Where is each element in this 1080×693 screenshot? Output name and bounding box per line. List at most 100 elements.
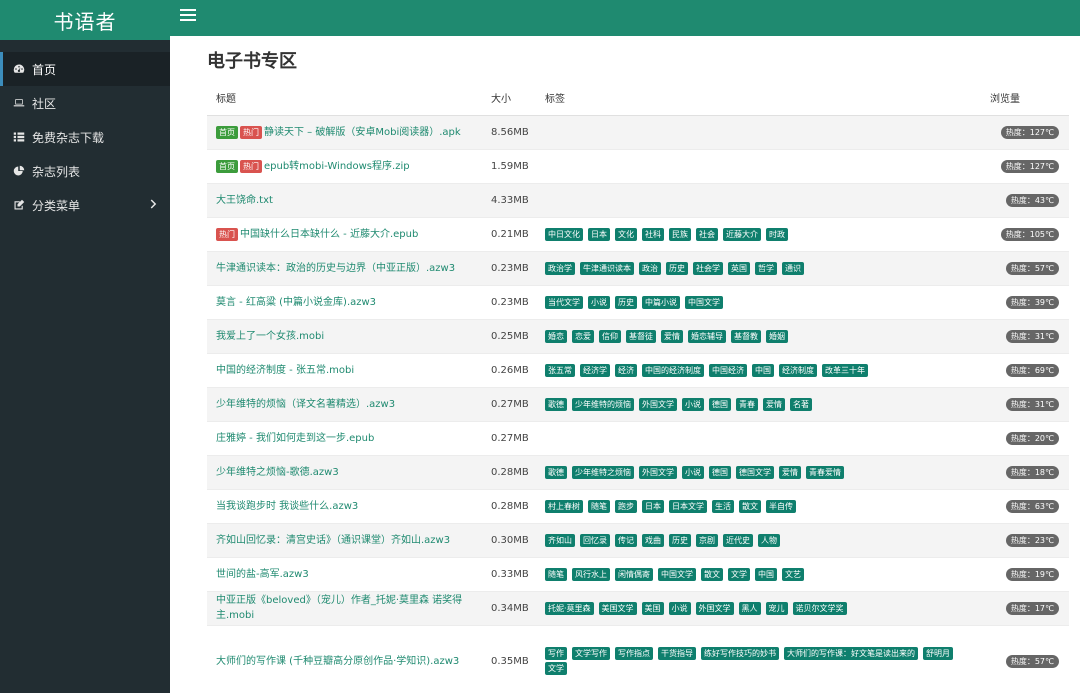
tag-link[interactable]: 小说: [682, 465, 704, 479]
tag-link[interactable]: 戏曲: [642, 533, 664, 547]
tag-link[interactable]: 中篇小说: [642, 295, 680, 309]
sidebar-item-home[interactable]: 首页: [0, 52, 170, 86]
tag-link[interactable]: 日本: [588, 227, 610, 241]
ebook-title-link[interactable]: 中国的经济制度 - 张五常.mobi: [216, 365, 354, 376]
tag-link[interactable]: 美国: [641, 601, 664, 615]
tag-link[interactable]: 舒明月: [923, 647, 953, 661]
ebook-title-link[interactable]: 牛津通识读本：政治的历史与边界（中亚正版）.azw3: [216, 263, 455, 274]
tag-link[interactable]: 干货指导: [658, 647, 696, 661]
tag-link[interactable]: 文学: [545, 662, 567, 676]
tag-link[interactable]: 美国文学: [598, 601, 637, 615]
ebook-title-link[interactable]: 莫言 - 红高粱 (中篇小说金库).azw3: [216, 297, 376, 308]
ebook-title-link[interactable]: 中国缺什么日本缺什么 - 近藤大介.epub: [240, 229, 418, 240]
tag-link[interactable]: 历史: [615, 295, 637, 309]
tag-link[interactable]: 改革三十年: [822, 363, 868, 377]
tag-link[interactable]: 德国文学: [736, 465, 774, 479]
ebook-title-link[interactable]: 我爱上了一个女孩.mobi: [216, 331, 324, 342]
tag-link[interactable]: 黑人: [738, 601, 761, 615]
tag-link[interactable]: 托妮·莫里森: [545, 601, 594, 615]
tag-link[interactable]: 时政: [766, 227, 788, 241]
column-header-views[interactable]: 浏览量: [981, 81, 1069, 116]
tag-link[interactable]: 小说: [668, 601, 691, 615]
sidebar-item-community[interactable]: 社区: [0, 86, 170, 120]
tag-link[interactable]: 经济: [615, 363, 637, 377]
tag-link[interactable]: 婚恋: [545, 329, 567, 343]
tag-link[interactable]: 大师们的写作课：好文笔是读出来的: [784, 647, 918, 661]
tag-link[interactable]: 近代史: [723, 533, 753, 547]
column-header-title[interactable]: 标题: [207, 81, 482, 116]
ebook-title-link[interactable]: 世间的盐-高军.azw3: [216, 569, 309, 580]
tag-link[interactable]: 练好写作技巧的妙书: [701, 647, 779, 661]
tag-link[interactable]: 近藤大介: [723, 227, 761, 241]
tag-link[interactable]: 日本文学: [669, 499, 707, 513]
ebook-title-link[interactable]: 中亚正版《beloved》（宠儿）作者_托妮·莫里森 诺奖得主.mobi: [216, 595, 462, 621]
tag-link[interactable]: 政治: [639, 261, 661, 275]
tag-link[interactable]: 经济学: [580, 363, 610, 377]
tag-link[interactable]: 中国文学: [685, 295, 723, 309]
tag-link[interactable]: 少年维特的烦恼: [572, 397, 634, 411]
tag-link[interactable]: 张五常: [545, 363, 575, 377]
sidebar-item-magazine-list[interactable]: 杂志列表: [0, 154, 170, 188]
tag-link[interactable]: 传记: [615, 533, 637, 547]
tag-link[interactable]: 少年维特之烦恼: [572, 465, 634, 479]
ebook-title-link[interactable]: 少年维特的烦恼（译文名著精选）.azw3: [216, 399, 395, 410]
tag-link[interactable]: 信仰: [599, 329, 621, 343]
tag-link[interactable]: 历史: [666, 261, 688, 275]
tag-link[interactable]: 中国: [755, 567, 777, 581]
tag-link[interactable]: 诺贝尔文学奖: [792, 601, 847, 615]
tag-link[interactable]: 中国的经济制度: [642, 363, 704, 377]
tag-link[interactable]: 小说: [682, 397, 704, 411]
tag-link[interactable]: 爱情: [661, 329, 683, 343]
tag-link[interactable]: 通识: [782, 261, 804, 275]
tag-link[interactable]: 婚姻: [766, 329, 788, 343]
column-header-tags[interactable]: 标签: [536, 81, 981, 116]
tag-link[interactable]: 爱情: [779, 465, 801, 479]
tag-link[interactable]: 日本: [642, 499, 664, 513]
tag-link[interactable]: 齐如山: [545, 533, 575, 547]
tag-link[interactable]: 半自传: [766, 499, 796, 513]
tag-link[interactable]: 基督徒: [626, 329, 656, 343]
tag-link[interactable]: 闲情偶寄: [615, 567, 653, 581]
ebook-title-link[interactable]: 大王饶命.txt: [216, 195, 273, 206]
tag-link[interactable]: 英国: [728, 261, 750, 275]
tag-link[interactable]: 歌德: [545, 397, 567, 411]
tag-link[interactable]: 中日文化: [545, 227, 583, 241]
tag-link[interactable]: 村上春树: [545, 499, 583, 513]
menu-toggle-icon[interactable]: [180, 9, 196, 25]
tag-link[interactable]: 文学: [728, 567, 750, 581]
tag-link[interactable]: 青春: [736, 397, 758, 411]
tag-link[interactable]: 随笔: [588, 499, 610, 513]
tag-link[interactable]: 名著: [790, 397, 812, 411]
tag-link[interactable]: 小说: [588, 295, 610, 309]
tag-link[interactable]: 文学写作: [572, 647, 610, 661]
tag-link[interactable]: 德国: [709, 397, 731, 411]
tag-link[interactable]: 写作: [545, 647, 567, 661]
tag-link[interactable]: 散文: [701, 567, 723, 581]
tag-link[interactable]: 社会: [696, 227, 718, 241]
ebook-title-link[interactable]: 少年维特之烦恼-歌德.azw3: [216, 467, 339, 478]
tag-link[interactable]: 外国文学: [639, 465, 677, 479]
tag-link[interactable]: 青春爱情: [806, 465, 844, 479]
ebook-title-link[interactable]: 齐如山回忆录：清宫史话》（通识课堂）齐如山.azw3: [216, 535, 450, 546]
tag-link[interactable]: 生活: [712, 499, 734, 513]
tag-link[interactable]: 社科: [642, 227, 664, 241]
tag-link[interactable]: 爱情: [763, 397, 785, 411]
column-header-size[interactable]: 大小: [482, 81, 536, 116]
tag-link[interactable]: 风行水上: [572, 567, 610, 581]
ebook-title-link[interactable]: 大师们的写作课 (千种豆瓣高分原创作品·学知识).azw3: [216, 656, 459, 667]
tag-link[interactable]: 随笔: [545, 567, 567, 581]
tag-link[interactable]: 中国经济: [709, 363, 747, 377]
tag-link[interactable]: 文艺: [782, 567, 804, 581]
tag-link[interactable]: 散文: [739, 499, 761, 513]
tag-link[interactable]: 社会学: [693, 261, 723, 275]
tag-link[interactable]: 中国文学: [658, 567, 696, 581]
tag-link[interactable]: 外国文学: [639, 397, 677, 411]
tag-link[interactable]: 中国: [752, 363, 774, 377]
tag-link[interactable]: 牛津通识读本: [580, 261, 634, 275]
tag-link[interactable]: 历史: [669, 533, 691, 547]
tag-link[interactable]: 歌德: [545, 465, 567, 479]
ebook-title-link[interactable]: 静读天下 – 破解版（安卓Mobi阅读器）.apk: [264, 127, 461, 138]
tag-link[interactable]: 基督教: [731, 329, 761, 343]
tag-link[interactable]: 婚恋辅导: [688, 329, 726, 343]
tag-link[interactable]: 哲学: [755, 261, 777, 275]
